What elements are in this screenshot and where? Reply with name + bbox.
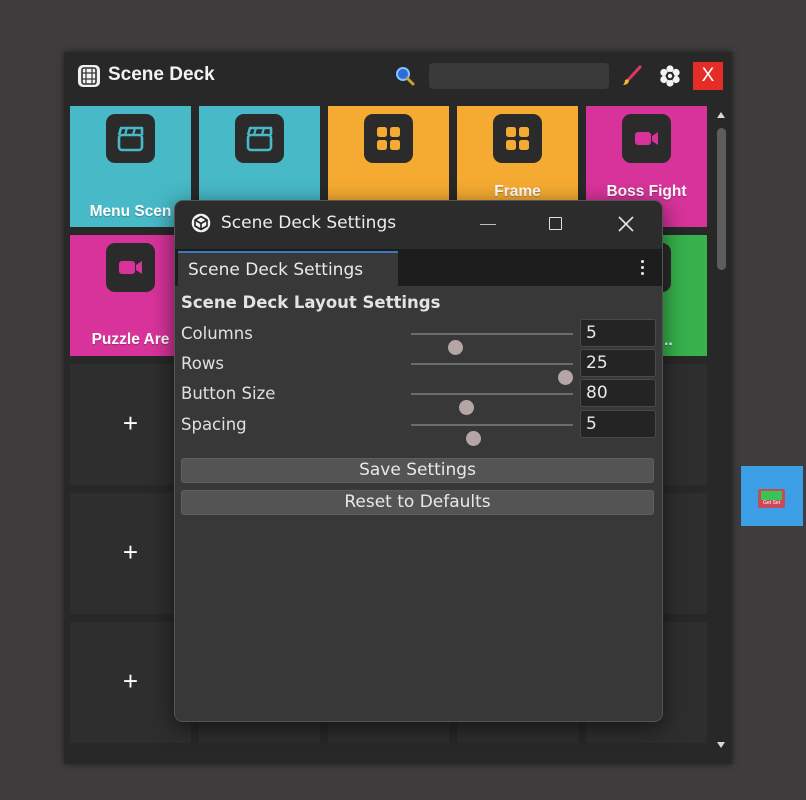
tile-label: Puzzle Are [91,331,170,348]
rows-label: Rows [181,354,224,373]
maximize-button[interactable] [541,209,571,239]
columns-value-field[interactable]: 5 [580,319,656,347]
scene-tile-puzzle-area[interactable]: Puzzle Are [70,235,191,356]
grid-icon [493,114,542,163]
deck-title: Scene Deck [108,64,215,85]
deck-titlebar: Scene Deck X [64,52,732,100]
button-size-setting: Button Size 80 [175,379,662,415]
deck-close-button[interactable]: X [693,62,723,90]
clapperboard-icon [235,114,284,163]
add-scene-button[interactable]: + [70,364,191,485]
columns-label: Columns [181,324,253,343]
scroll-down-arrow-icon[interactable] [717,742,725,748]
tab-strip: Scene Deck Settings [175,249,662,286]
settings-titlebar[interactable]: Scene Deck Settings [175,201,662,247]
columns-slider[interactable] [411,333,573,355]
search-icon[interactable] [394,65,416,87]
close-icon[interactable] [611,209,641,239]
settings-dialog: Scene Deck Settings Scene Deck Settings … [174,200,663,722]
slider-knob[interactable] [465,431,481,446]
deck-scrollbar[interactable] [714,112,728,748]
gear-icon[interactable] [658,64,682,88]
add-scene-button[interactable]: + [70,622,191,743]
button-size-slider[interactable] [411,393,573,415]
cash-register-icon: Get Set [758,489,785,508]
spacing-setting: Spacing 5 [175,410,662,446]
reset-to-defaults-button[interactable]: Reset to Defaults [181,490,654,515]
spacing-value-field[interactable]: 5 [580,410,656,438]
unity-cube-icon [191,213,211,233]
clapperboard-icon [106,114,155,163]
settings-body: Scene Deck Layout Settings Columns 5 Row… [175,286,662,721]
section-title: Scene Deck Layout Settings [181,293,441,312]
paint-brush-icon[interactable] [620,64,644,88]
tile-label: Menu Scen [89,203,172,220]
spacing-slider[interactable] [411,424,573,446]
scene-tile-menu-scene[interactable]: Menu Scen [70,106,191,227]
plus-icon: + [122,537,139,567]
kebab-menu-icon[interactable] [633,257,651,279]
settings-window-title: Scene Deck Settings [221,213,397,233]
rows-setting: Rows 25 [175,349,662,385]
grid-icon [364,114,413,163]
rows-slider[interactable] [411,363,573,385]
rows-value-field[interactable]: 25 [580,349,656,377]
search-input[interactable] [429,63,609,89]
button-size-value-field[interactable]: 80 [580,379,656,407]
side-widget-button[interactable]: Get Set [741,466,803,526]
tile-label: Boss Fight [606,183,687,200]
button-size-label: Button Size [181,384,276,403]
spacing-label: Spacing [181,415,247,434]
tile-label: Frame [494,183,541,200]
add-scene-button[interactable]: + [70,493,191,614]
plus-icon: + [122,408,139,438]
scroll-up-arrow-icon[interactable] [717,112,725,118]
save-settings-button[interactable]: Save Settings [181,458,654,483]
scrollbar-thumb[interactable] [717,128,726,270]
columns-setting: Columns 5 [175,319,662,355]
video-camera-icon [622,114,671,163]
plus-icon: + [122,666,139,696]
tab-scene-deck-settings[interactable]: Scene Deck Settings [178,251,398,286]
video-camera-icon [106,243,155,292]
minimize-button[interactable] [473,209,503,239]
film-reel-icon [78,65,100,87]
